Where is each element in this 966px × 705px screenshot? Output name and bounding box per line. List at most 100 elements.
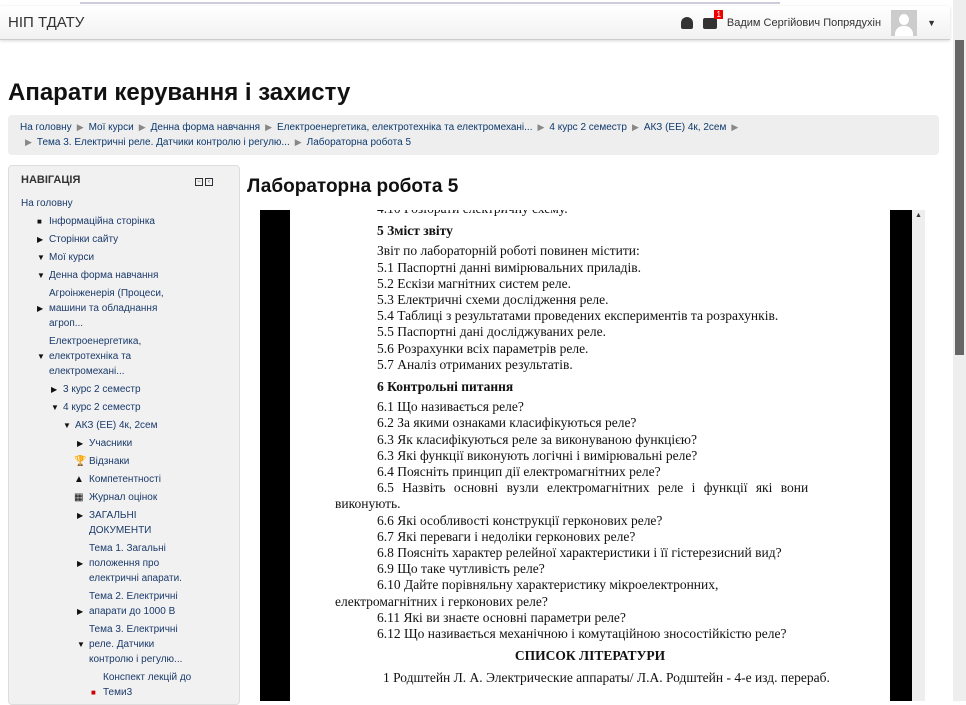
nav-item[interactable]: ▼ Денна форма навчання (37, 268, 227, 283)
avatar[interactable] (891, 10, 918, 36)
nav-item[interactable]: ▼ Мої курси (37, 250, 227, 265)
document-line: 5.4 Таблиці з результатами проведених ек… (377, 308, 779, 324)
user-name[interactable]: Вадим Сергійович Попрядухін (727, 17, 881, 29)
nav-item[interactable]: На головну (21, 196, 227, 211)
breadcrumb-separator-icon: ▶ (294, 137, 302, 147)
nav-item[interactable]: ▶ ЗАГАЛЬНІ ДОКУМЕНТИ (77, 508, 189, 538)
nav-item-label: Агроінженерія (Процеси, машини та обладн… (49, 288, 164, 329)
breadcrumb-separator-icon: ▶ (25, 137, 32, 147)
document-line: 6.2 За якими ознаками класифікуються рел… (377, 415, 637, 431)
breadcrumb-separator-icon: ▶ (138, 122, 146, 132)
nav-item[interactable]: 🏆 Відзнаки (74, 454, 189, 469)
nav-item[interactable]: ■ Конспект лекцій до Теми3 (91, 670, 193, 700)
document-line: Звіт по лабораторній роботі повинен міст… (377, 243, 640, 259)
document-line: 4.10 Розібрати електричну схему. (335, 210, 845, 217)
breadcrumb-item[interactable]: На головну (20, 122, 72, 133)
nav-marker-icon: ▶ (77, 559, 84, 568)
nav-item-label: На головну (21, 198, 73, 209)
pdf-page: 4.10 Розібрати електричну схему. 5 Зміст … (290, 210, 890, 701)
breadcrumb-item[interactable]: АКЗ (ЕЕ) 4к, 2сем (644, 122, 726, 133)
nav-item[interactable]: ▶ Учасники (77, 436, 189, 451)
nav-item[interactable]: ▦ Журнал оцінок (74, 490, 189, 505)
nav-item-label: Тема 1. Загальні положення про електричн… (89, 543, 182, 584)
nav-item[interactable]: ▼ 4 курс 2 семестр (51, 400, 227, 415)
document-line: 6.8 Поясніть характер релейної характери… (377, 545, 782, 561)
breadcrumb-separator-icon: ▶ (537, 122, 545, 132)
nav-item-label: 4 курс 2 семестр (63, 402, 141, 413)
nav-item[interactable]: ▶ Агроінженерія (Процеси, машини та облад… (37, 286, 169, 331)
document-line: 5.5 Паспортні дані досліджуваних реле. (377, 324, 606, 340)
scroll-up-icon[interactable]: ▲ (915, 212, 922, 219)
nav-item-label: Тема 3. Електричні реле. Датчики контрол… (89, 624, 183, 665)
nav-item-label: Денна форма навчання (49, 270, 159, 281)
dock-icon[interactable]: ‹ (205, 178, 213, 186)
nav-item-label: Тема 2. Електричні апарати до 1000 В (89, 591, 178, 617)
breadcrumb-item[interactable]: Тема 3. Електричні реле. Датчики контрол… (37, 137, 290, 148)
document-line: СПИСОК ЛІТЕРАТУРИ (514, 648, 666, 664)
nav-marker-icon: ▼ (37, 352, 45, 361)
document-line: 5.6 Розрахунки всіх параметрів реле. (377, 340, 589, 356)
document-line: 6.3 Як класифікуються реле за виконувано… (377, 431, 698, 447)
breadcrumb-separator-icon: ▶ (631, 122, 639, 132)
nav-item[interactable]: ▶ 3 курс 2 семестр (51, 382, 227, 397)
message-icon[interactable]: 1 (702, 9, 723, 29)
document-line: 6.9 Що таке чутливість реле? (377, 561, 545, 577)
nav-marker-icon: ▼ (63, 421, 71, 430)
breadcrumb-item[interactable]: Денна форма навчання (151, 122, 260, 133)
document-line: 6.12 Що називається механічною і комутац… (377, 626, 787, 642)
nav-item[interactable]: ▼ Тема 3. Електричні реле. Датчики контро… (77, 622, 189, 667)
nav-item[interactable]: ▶ Тема 2. Електричні апарати до 1000 В (77, 589, 189, 619)
nav-marker-icon: ▶ (77, 439, 84, 448)
scrollbar-thumb[interactable] (955, 40, 964, 355)
content-heading: Лабораторна робота 5 (247, 176, 459, 197)
collapse-icon[interactable]: − (195, 178, 203, 186)
nav-item[interactable]: ▶ Сторінки сайту (37, 232, 227, 247)
document-line: 6.4 Поясніть принцип дії електромагнітни… (377, 464, 661, 480)
nav-item[interactable]: ▲ Компетентності (74, 472, 189, 487)
nav-marker-icon: ▼ (37, 253, 45, 262)
nav-item-label: Конспект лекцій до Теми3 (103, 672, 192, 698)
nav-marker-icon: 🏆 (74, 456, 87, 467)
nav-item-label: Журнал оцінок (89, 492, 158, 503)
document-line: 6 Контрольні питання (377, 379, 514, 395)
nav-item-label: Інформаційна сторінка (49, 216, 155, 227)
document-line: 6.1 Що називається реле? (377, 399, 524, 415)
bell-icon[interactable] (680, 17, 693, 29)
breadcrumb-item[interactable]: 4 курс 2 семестр (549, 122, 627, 133)
nav-item[interactable]: ■ Інформаційна сторінка (37, 214, 227, 229)
nav-item-label: Сторінки сайту (49, 234, 119, 245)
page-scrollbar[interactable] (953, 0, 966, 701)
browser-edge (80, 0, 780, 4)
nav-marker-icon: ▼ (37, 271, 45, 280)
pdf-viewer[interactable]: 4.10 Розібрати електричну схему. 5 Зміст … (260, 210, 912, 701)
nav-item-label: Учасники (89, 438, 133, 449)
nav-item[interactable]: ▼ Електроенергетика, електротехніка та ел… (37, 334, 169, 379)
nav-marker-icon: ▼ (77, 640, 85, 649)
nav-marker-icon: ■ (91, 688, 96, 697)
nav-item-label: Відзнаки (89, 456, 130, 467)
viewer-scrollbar[interactable]: ▲ (912, 210, 925, 701)
breadcrumb-item[interactable]: Лабораторна робота 5 (307, 137, 411, 148)
breadcrumb-item[interactable]: Мої курси (89, 122, 134, 133)
nav-marker-icon: ▶ (37, 235, 44, 244)
document-line: 5.7 Аналіз отриманих результатів. (377, 356, 573, 372)
nav-item-label: Компетентності (89, 474, 161, 485)
top-navbar: НІП ТДАТУ 1 Вадим Сергійович Попрядухін … (0, 6, 950, 40)
nav-item-label: Електроенергетика, електротехніка та еле… (49, 336, 142, 377)
nav-marker-icon: ▼ (51, 403, 59, 412)
breadcrumb-item[interactable]: Електроенергетика, електротехніка та еле… (277, 122, 532, 133)
message-count-badge: 1 (714, 9, 723, 19)
nav-item[interactable]: ▼ АКЗ (ЕЕ) 4к, 2сем (63, 418, 227, 433)
nav-marker-icon: ▶ (77, 607, 84, 616)
document-line: 5.3 Електричні схеми дослідження реле. (377, 292, 609, 308)
nav-item[interactable]: ▶ Тема 1. Загальні положення про електрич… (77, 541, 189, 586)
nav-marker-icon: ▲ (74, 474, 84, 485)
nav-marker-icon: ▶ (51, 385, 58, 394)
document-line: 5.2 Ескізи магнітних систем реле. (377, 275, 572, 291)
nav-item-label: ЗАГАЛЬНІ ДОКУМЕНТИ (89, 510, 152, 536)
breadcrumb-separator-icon: ▶ (731, 122, 739, 132)
nav-marker-icon: ▦ (74, 492, 84, 503)
chevron-down-icon[interactable]: ▼ (927, 18, 936, 28)
site-brand[interactable]: НІП ТДАТУ (8, 14, 84, 31)
document-line: 6.11 Які ви знаєте основні параметри рел… (377, 609, 626, 625)
